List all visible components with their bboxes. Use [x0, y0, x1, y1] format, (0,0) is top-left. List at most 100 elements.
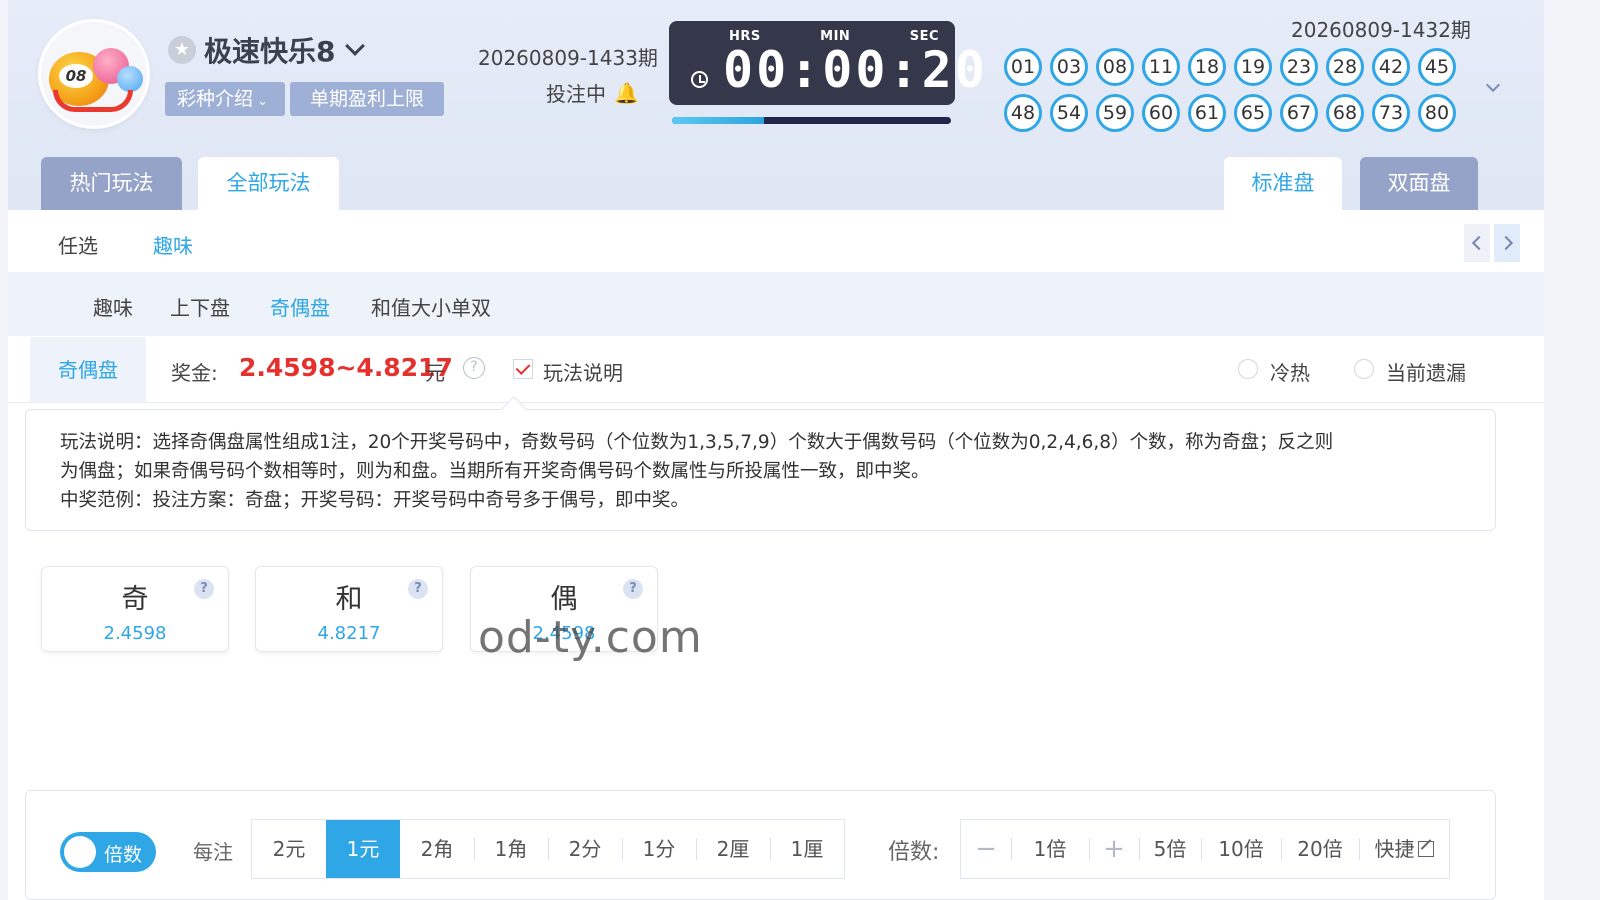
tab-standard[interactable]: 标准盘 [1224, 157, 1342, 210]
unit-option[interactable]: 2元 [252, 820, 326, 878]
draw-number-ball: 08 [1096, 48, 1134, 86]
unit-option[interactable]: 1厘 [770, 820, 844, 878]
tab-hot-plays[interactable]: 热门玩法 [41, 157, 182, 210]
star-icon[interactable]: ★ [168, 36, 196, 64]
play-upper-lower[interactable]: 上下盘 [170, 292, 230, 321]
draw-number-ball: 60 [1142, 94, 1180, 132]
play-sum-size[interactable]: 和值大小单双 [371, 292, 491, 321]
alarm-clock-icon [691, 71, 708, 88]
logo-ball-number: 08 [59, 64, 93, 88]
chevron-left-icon[interactable] [1464, 224, 1490, 262]
unit-option[interactable]: 1分 [622, 820, 696, 878]
play-type-tabs: 趣味 上下盘 奇偶盘 和值大小单双 [8, 272, 1544, 336]
rules-description: 玩法说明：选择奇偶盘属性组成1注，20个开奖号码中，奇数号码（个位数为1,3,5… [25, 409, 1496, 531]
current-missing-label[interactable]: 当前遗漏 [1386, 357, 1466, 386]
bet-status: 投注中 🔔 [546, 78, 639, 107]
option-odds: 2.4598 [103, 623, 167, 644]
draw-number-ball: 03 [1050, 48, 1088, 86]
shortcut-label: 快捷 [1374, 837, 1415, 861]
rules-checkbox-label[interactable]: 玩法说明 [543, 357, 623, 386]
unit-option[interactable]: 2角 [400, 820, 474, 878]
help-icon[interactable]: ? [194, 579, 214, 599]
draw-number-ball: 11 [1142, 48, 1180, 86]
draw-number-ball: 59 [1096, 94, 1134, 132]
bell-icon: 🔔 [614, 80, 639, 105]
option-odd[interactable]: 奇 2.4598 ? [41, 566, 229, 652]
hot-cold-label[interactable]: 冷热 [1270, 357, 1310, 386]
edit-icon [1417, 841, 1434, 857]
draw-number-ball: 18 [1188, 48, 1226, 86]
rules-line-1: 玩法说明：选择奇偶盘属性组成1注，20个开奖号码中，奇数号码（个位数为1,3,5… [60, 432, 1334, 453]
draw-numbers: 01 03 08 11 18 19 23 28 42 45 48 54 59 60 61 65 67 68 73 80 [1004, 48, 1464, 132]
help-icon[interactable]: ? [623, 579, 643, 599]
chevron-right-icon[interactable] [1494, 224, 1520, 262]
multiplier-stepper: − 1倍 + 5倍 10倍 20倍 快捷 [960, 819, 1450, 879]
option-tie[interactable]: 和 4.8217 ? [255, 566, 443, 652]
unit-selector: 2元 1元 2角 1角 2分 1分 2厘 1厘 [251, 819, 845, 879]
game-selector[interactable]: ★ 极速快乐8 [168, 30, 369, 70]
tab-all-plays[interactable]: 全部玩法 [198, 157, 339, 210]
help-icon[interactable]: ? [463, 357, 485, 379]
toggle-knob [64, 836, 96, 868]
minus-button[interactable]: − [961, 820, 1011, 878]
hot-cold-radio[interactable] [1238, 359, 1258, 379]
multiplier-value[interactable]: 1倍 [1011, 820, 1089, 878]
main-panel: 08 ★ 极速快乐8 彩种介绍 ⌄ 单期盈利上限 20260809-1433期 … [8, 0, 1544, 900]
draw-number-ball: 19 [1234, 48, 1272, 86]
bet-status-label: 投注中 [546, 82, 606, 106]
game-intro-tag[interactable]: 彩种介绍 ⌄ [165, 82, 285, 116]
draw-number-ball: 73 [1372, 94, 1410, 132]
toggle-label: 倍数 [104, 844, 143, 866]
countdown-progress-bar [672, 117, 951, 124]
draw-number-ball: 68 [1326, 94, 1364, 132]
quick-10x-button[interactable]: 10倍 [1201, 820, 1281, 878]
tab-any-pick[interactable]: 任选 [58, 230, 98, 259]
play-fun[interactable]: 趣味 [93, 292, 133, 321]
draw-number-ball: 28 [1326, 48, 1364, 86]
draw-number-ball: 61 [1188, 94, 1226, 132]
draw-number-ball: 67 [1280, 94, 1318, 132]
current-missing-radio[interactable] [1354, 359, 1374, 379]
prize-value: 2.4598~4.8217 [239, 353, 453, 382]
prize-label: 奖金: [171, 361, 218, 385]
option-odds: 4.8217 [317, 623, 381, 644]
shortcut-button[interactable]: 快捷 [1359, 820, 1449, 878]
timer-digits: 00:00:20 [723, 41, 988, 99]
play-odd-even[interactable]: 奇偶盘 [270, 292, 330, 321]
tab-double-sided[interactable]: 双面盘 [1360, 157, 1478, 210]
watermark: od-ty.com [478, 612, 703, 663]
unit-option[interactable]: 2分 [548, 820, 622, 878]
game-name: 极速快乐8 [204, 35, 336, 68]
tab-fun[interactable]: 趣味 [153, 230, 193, 259]
per-bet-label: 每注 [193, 840, 233, 864]
category-tabs: 任选 趣味 [8, 210, 1544, 272]
logo-ball-blue [117, 66, 143, 92]
progress-fill [672, 117, 765, 124]
multiplier-toggle[interactable]: 倍数 [60, 832, 156, 872]
draw-number-ball: 45 [1418, 48, 1456, 86]
rules-checkbox[interactable] [513, 359, 533, 379]
help-icon[interactable]: ? [408, 579, 428, 599]
unit-option[interactable]: 2厘 [696, 820, 770, 878]
unit-option[interactable]: 1元 [326, 820, 400, 878]
last-issue: 20260809-1432期 [1291, 18, 1471, 42]
quick-20x-button[interactable]: 20倍 [1281, 820, 1359, 878]
plus-button[interactable]: + [1089, 820, 1139, 878]
game-logo: 08 [41, 22, 147, 126]
quick-5x-button[interactable]: 5倍 [1139, 820, 1201, 878]
play-tag: 奇偶盘 [30, 337, 146, 403]
draw-number-ball: 80 [1418, 94, 1456, 132]
logo-ring [53, 90, 133, 112]
header: 08 ★ 极速快乐8 彩种介绍 ⌄ 单期盈利上限 20260809-1433期 … [8, 0, 1544, 210]
rules-line-2: 为偶盘；如果奇偶号码个数相等时，则为和盘。当期所有开奖奇偶号码个数属性与所投属性… [60, 461, 930, 482]
draw-number-ball: 42 [1372, 48, 1410, 86]
profit-limit-tag[interactable]: 单期盈利上限 [290, 82, 444, 116]
current-issue: 20260809-1433期 [478, 46, 658, 70]
draw-number-ball: 23 [1280, 48, 1318, 86]
chevron-down-icon: ⌄ [253, 94, 269, 109]
countdown-timer: HRS MIN SEC 00:00:20 [669, 21, 985, 105]
expand-icon[interactable] [1486, 80, 1500, 94]
unit-option[interactable]: 1角 [474, 820, 548, 878]
rules-line-3: 中奖范例：投注方案：奇盘；开奖号码：开奖号码中奇号多于偶号，即中奖。 [60, 490, 690, 511]
chevron-down-icon[interactable] [343, 37, 369, 63]
